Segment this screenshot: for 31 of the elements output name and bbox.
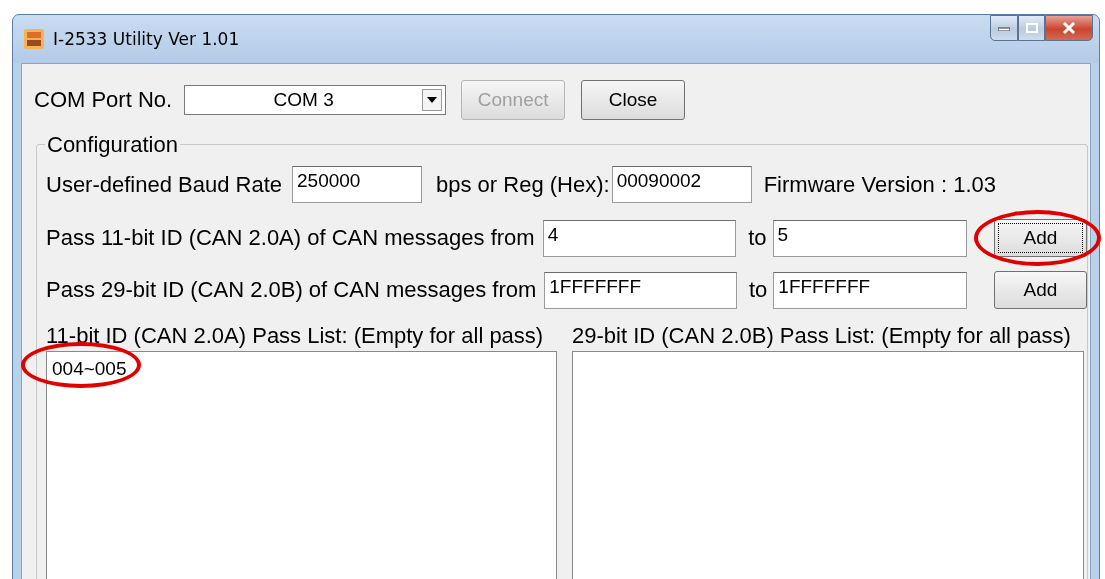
from-id-field[interactable]: 1FFFFFFF xyxy=(544,271,737,309)
pass-list-label: 29-bit ID (CAN 2.0B) Pass List: (Empty for all pass) xyxy=(572,323,1072,349)
close-button[interactable] xyxy=(1045,15,1093,41)
minimize-button[interactable] xyxy=(990,15,1018,41)
com-port-label: COM Port No. xyxy=(34,87,173,113)
dropdown-arrow-icon xyxy=(427,97,438,103)
pass-list-label: 11-bit ID (CAN 2.0A) Pass List: (Empty for all pass) xyxy=(46,323,545,349)
pass-range-label: Pass 29-bit ID (CAN 2.0B) of CAN messages from xyxy=(46,277,537,303)
reg-hex-label: bps or Reg (Hex): xyxy=(436,171,610,198)
close-port-button[interactable]: Close xyxy=(581,80,686,120)
to-label: to xyxy=(748,225,767,251)
to-id-field[interactable]: 1FFFFFFF xyxy=(773,271,967,309)
com-port-dropdown[interactable]: COM 3 xyxy=(184,85,447,115)
baud-rate-label: User-defined Baud Rate xyxy=(46,171,283,198)
pass-list-item[interactable]: 004~005 xyxy=(51,358,128,380)
maximize-icon xyxy=(1025,23,1038,33)
add-button[interactable]: Add xyxy=(994,271,1087,309)
to-label: to xyxy=(748,277,768,303)
close-icon xyxy=(1062,22,1076,34)
add-button[interactable]: Add xyxy=(994,219,1087,257)
pass-list[interactable]: 004~005 xyxy=(46,351,557,579)
firmware-version: Firmware Version : 1.03 xyxy=(763,171,996,198)
minimize-icon xyxy=(998,25,1010,31)
app-icon xyxy=(23,28,45,50)
from-id-field[interactable]: 4 xyxy=(542,219,737,257)
pass-range-label: Pass 11-bit ID (CAN 2.0A) of CAN messages from xyxy=(46,225,535,251)
maximize-button[interactable] xyxy=(1018,15,1045,41)
window-title: I-2533 Utility Ver 1.01 xyxy=(53,29,241,49)
baud-rate-field[interactable]: 250000 xyxy=(292,166,423,203)
to-id-field[interactable]: 5 xyxy=(772,219,967,257)
reg-hex-field[interactable]: 00090002 xyxy=(611,166,752,203)
